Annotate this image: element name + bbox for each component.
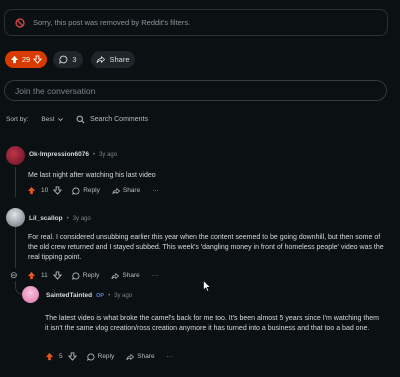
upvote-icon[interactable] xyxy=(10,55,19,64)
comment-icon xyxy=(86,353,94,361)
reply-label: Reply xyxy=(82,272,100,279)
thread-line xyxy=(15,226,16,268)
comment-author[interactable]: Ok-Impression6076 xyxy=(29,151,89,158)
search-icon xyxy=(76,115,85,123)
comment-actions: 5 Reply Share ··· xyxy=(45,352,173,361)
post-comments-button[interactable]: 3 xyxy=(53,51,83,68)
share-label: Share xyxy=(122,272,140,279)
reply-button[interactable]: Reply xyxy=(72,187,100,195)
share-icon xyxy=(111,272,120,279)
search-comments-label: Search Comments xyxy=(90,115,148,123)
meta-dot: • xyxy=(92,151,96,158)
comment-body: For real. I considered unsubbing earlier… xyxy=(28,234,384,261)
op-badge: OP xyxy=(96,292,105,299)
vote-count: 5 xyxy=(59,353,63,360)
reply-label: Reply xyxy=(97,353,115,360)
mouse-cursor-icon xyxy=(203,280,211,292)
meta-dot: • xyxy=(108,292,111,299)
share-icon xyxy=(96,55,106,64)
post-share-button[interactable]: Share xyxy=(91,51,135,68)
comment-actions: 11 Reply Share ··· xyxy=(27,271,158,280)
avatar[interactable] xyxy=(6,146,25,165)
chevron-down-icon xyxy=(58,117,64,121)
avatar[interactable] xyxy=(22,286,39,303)
share-icon xyxy=(126,353,135,360)
downvote-icon[interactable] xyxy=(67,352,77,361)
comment-header: Lil_scallop • 3y ago xyxy=(29,215,91,222)
more-options-button[interactable]: ··· xyxy=(152,187,159,194)
comment-icon xyxy=(59,55,68,64)
vote-group: 11 xyxy=(27,271,62,280)
comment-icon xyxy=(71,272,80,280)
comment-time: 3y ago xyxy=(72,215,91,222)
share-button[interactable]: Share xyxy=(111,272,140,280)
reply-button[interactable]: Reply xyxy=(71,272,100,280)
vote-count: 10 xyxy=(41,187,49,194)
post-vote-pill: 29 xyxy=(5,51,47,68)
blocked-icon xyxy=(15,17,25,28)
avatar[interactable] xyxy=(6,208,25,227)
sort-label: Sort by: xyxy=(6,115,29,123)
post-comment-count: 3 xyxy=(72,55,77,64)
share-icon xyxy=(112,187,120,194)
comment-author[interactable]: SaintedTainted xyxy=(46,292,92,299)
comment-body: The latest video is what broke the camel… xyxy=(45,315,379,332)
reply-label: Reply xyxy=(83,187,100,194)
sort-bar: Sort by: Best xyxy=(6,112,64,126)
comment-actions: 10 Reply Share ··· xyxy=(27,186,159,195)
vote-group: 5 xyxy=(45,352,77,361)
more-options-button[interactable]: ··· xyxy=(152,272,159,279)
share-label: Share xyxy=(137,353,155,360)
removed-notice-text: Sorry, this post was removed by Reddit's… xyxy=(33,18,191,27)
downvote-icon[interactable] xyxy=(53,186,63,195)
comment-body: Me last night after watching his last vi… xyxy=(28,172,156,179)
post-share-label: Share xyxy=(109,55,130,64)
post-vote-count: 29 xyxy=(21,55,31,64)
comment-icon xyxy=(72,187,80,195)
collapse-thread-button[interactable]: ⊖ xyxy=(10,270,18,281)
search-comments-button[interactable]: Search Comments xyxy=(72,111,160,127)
comment-author[interactable]: Lil_scallop xyxy=(29,215,63,222)
thread-line xyxy=(15,167,16,197)
join-conversation-input[interactable]: Join the conversation xyxy=(4,80,387,101)
meta-dot: • xyxy=(66,215,69,222)
upvote-icon[interactable] xyxy=(27,271,36,280)
share-label: Share xyxy=(122,187,141,194)
share-button[interactable]: Share xyxy=(126,353,155,361)
comment-header: Ok-Impression6076 • 3y ago xyxy=(29,151,117,158)
share-button[interactable]: Share xyxy=(112,187,140,195)
vote-group: 10 xyxy=(27,186,63,195)
comment-header: SaintedTainted OP • 3y ago xyxy=(46,292,132,299)
vote-count: 11 xyxy=(41,272,48,279)
join-placeholder: Join the conversation xyxy=(15,85,96,96)
comment-time: 3y ago xyxy=(99,151,118,158)
reply-button[interactable]: Reply xyxy=(86,353,115,361)
more-options-button[interactable]: ··· xyxy=(167,353,174,360)
upvote-icon[interactable] xyxy=(27,186,36,195)
sort-value: Best xyxy=(41,115,55,123)
removed-notice: Sorry, this post was removed by Reddit's… xyxy=(4,9,388,36)
upvote-icon[interactable] xyxy=(45,352,54,361)
downvote-icon[interactable] xyxy=(33,55,43,64)
sort-dropdown[interactable]: Best xyxy=(41,116,64,123)
downvote-icon[interactable] xyxy=(52,271,62,280)
comment-time: 3y ago xyxy=(114,292,133,299)
